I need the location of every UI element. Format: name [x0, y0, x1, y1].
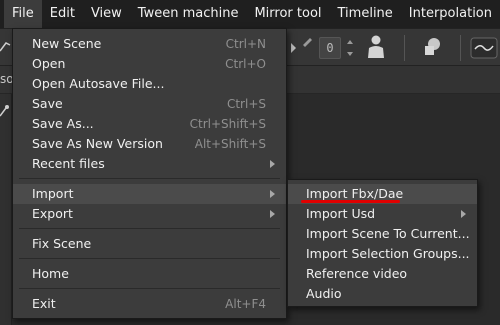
shapes-icon[interactable]	[420, 29, 444, 67]
menu-interpolation[interactable]: Interpolation	[401, 0, 500, 28]
menu-view[interactable]: View	[83, 0, 130, 28]
submenu-arrow-icon	[270, 210, 275, 218]
menu-separator	[19, 258, 280, 259]
menu-separator	[19, 178, 280, 179]
menu-item-shortcut: Alt+F4	[225, 297, 266, 311]
menu-item-recent-files[interactable]: Recent files	[13, 154, 286, 174]
menu-item-home[interactable]: Home	[13, 264, 286, 284]
menu-item-reference-video[interactable]: Reference video	[288, 264, 477, 284]
curve-tool-icon[interactable]	[0, 29, 12, 67]
menubar: File Edit View Tween machine Mirror tool…	[0, 0, 500, 28]
menu-item-open-autosave[interactable]: Open Autosave File...	[13, 74, 286, 94]
menu-item-label: Reference video	[306, 266, 408, 281]
pen-icon[interactable]	[300, 29, 314, 67]
wave-toggle-icon[interactable]	[470, 29, 498, 67]
menu-item-save-as[interactable]: Save As... Ctrl+Shift+S	[13, 114, 286, 134]
menu-item-import[interactable]: Import	[13, 184, 286, 204]
menu-item-label: Exit	[32, 296, 56, 311]
character-icon[interactable]	[364, 29, 388, 67]
file-menu: New Scene Ctrl+N Open Ctrl+O Open Autosa…	[12, 28, 287, 319]
menu-item-export[interactable]: Export	[13, 204, 286, 224]
menu-item-label: Save As...	[32, 116, 94, 131]
toolbar-divider	[460, 35, 461, 61]
stepper-icon[interactable]	[346, 29, 354, 67]
menu-item-shortcut: Ctrl+N	[225, 37, 266, 51]
menu-tween-machine[interactable]: Tween machine	[130, 0, 247, 28]
menu-item-audio[interactable]: Audio	[288, 284, 477, 304]
menu-item-label: New Scene	[32, 36, 102, 51]
menu-item-save-as-new-version[interactable]: Save As New Version Alt+Shift+S	[13, 134, 286, 154]
menu-item-label: Import Fbx/Dae	[306, 186, 404, 201]
menu-item-label: Save	[32, 96, 63, 111]
menu-item-label: Import Usd	[306, 206, 376, 221]
left-panel	[0, 94, 12, 325]
menu-separator	[19, 288, 280, 289]
menu-item-label: Export	[32, 206, 73, 221]
menu-timeline[interactable]: Timeline	[330, 0, 401, 28]
menu-item-import-selection-groups[interactable]: Import Selection Groups...	[288, 244, 477, 264]
menu-item-exit[interactable]: Exit Alt+F4	[13, 294, 286, 314]
annotation-underline	[301, 200, 400, 203]
strip-label-fragment: so	[0, 72, 12, 86]
menu-item-shortcut: Alt+Shift+S	[194, 137, 266, 151]
submenu-arrow-icon	[270, 160, 275, 168]
toolbar-divider	[404, 35, 405, 61]
submenu-arrow-icon	[270, 190, 275, 198]
menu-item-shortcut: Ctrl+S	[226, 97, 266, 111]
menu-item-label: Audio	[306, 286, 342, 301]
menu-edit[interactable]: Edit	[42, 0, 83, 28]
menu-item-label: Import Selection Groups...	[306, 246, 470, 261]
toolbar-left-edge	[0, 29, 12, 67]
menu-item-label: Home	[32, 266, 69, 281]
menu-item-new-scene[interactable]: New Scene Ctrl+N	[13, 34, 286, 54]
node-icon[interactable]	[0, 94, 12, 124]
menu-separator	[19, 228, 280, 229]
menu-item-label: Import	[32, 186, 74, 201]
menu-item-open[interactable]: Open Ctrl+O	[13, 54, 286, 74]
menu-item-label: Open	[32, 56, 66, 71]
menu-item-fix-scene[interactable]: Fix Scene	[13, 234, 286, 254]
menu-item-label: Open Autosave File...	[32, 76, 165, 91]
menu-mirror-tool[interactable]: Mirror tool	[246, 0, 329, 28]
menu-item-import-usd[interactable]: Import Usd	[288, 204, 477, 224]
menu-item-save[interactable]: Save Ctrl+S	[13, 94, 286, 114]
menu-item-shortcut: Ctrl+Shift+S	[189, 117, 266, 131]
menu-item-import-scene-to-current[interactable]: Import Scene To Current...	[288, 224, 477, 244]
menu-file[interactable]: File	[3, 0, 42, 28]
menu-item-label: Save As New Version	[32, 136, 163, 151]
key-left-icon[interactable]	[289, 29, 299, 67]
menu-item-shortcut: Ctrl+O	[225, 57, 266, 71]
menu-item-label: Recent files	[32, 156, 105, 171]
frame-offset-field[interactable]: 0	[319, 37, 341, 59]
menu-item-label: Import Scene To Current...	[306, 226, 470, 241]
submenu-arrow-icon	[461, 210, 466, 218]
menu-item-label: Fix Scene	[32, 236, 92, 251]
import-submenu: Import Fbx/Dae Import Usd Import Scene T…	[287, 179, 478, 307]
